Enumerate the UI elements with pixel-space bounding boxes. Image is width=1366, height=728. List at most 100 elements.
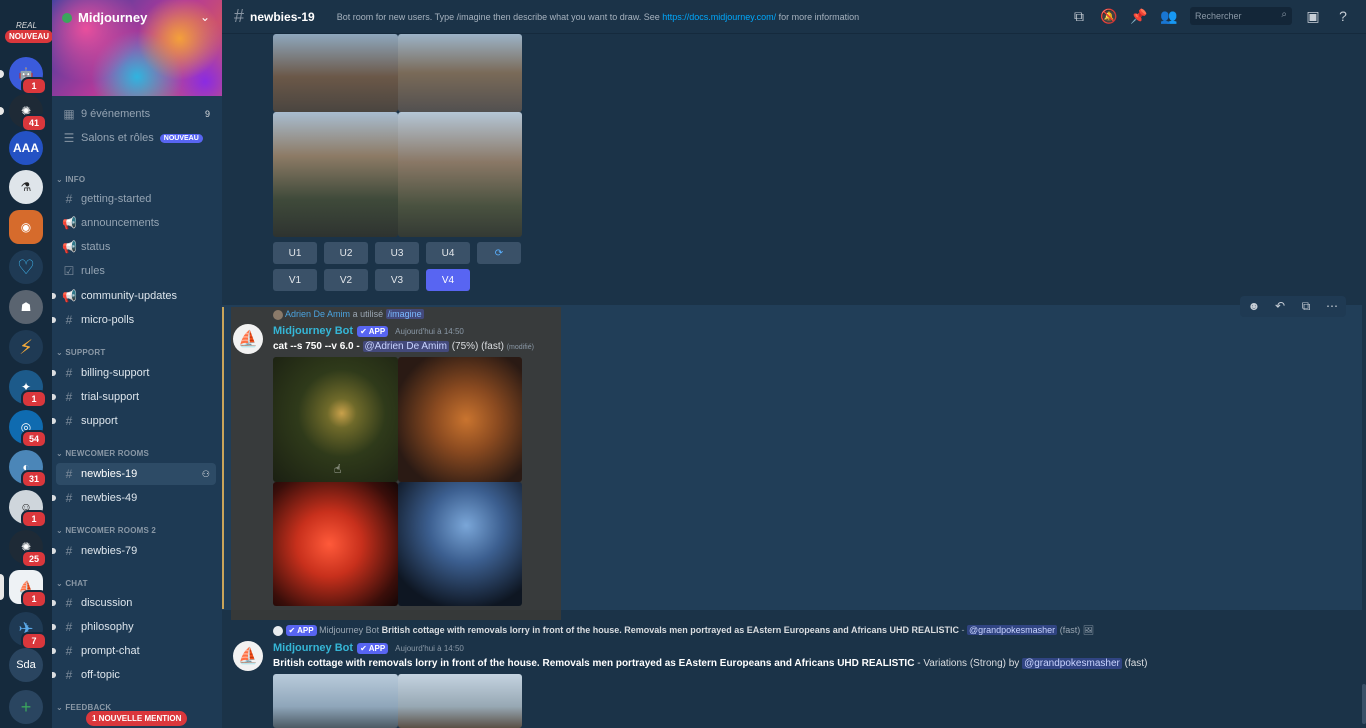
server-icon-13[interactable]: ✺ 25 (9, 530, 47, 568)
chevron-down-icon[interactable]: ⌄ (200, 10, 210, 24)
variation-button-3[interactable]: V3 (375, 269, 419, 291)
server-icon-10[interactable]: ◎ 54 (9, 410, 47, 448)
category-chat[interactable]: ⌄ CHAT (56, 579, 88, 588)
members-icon[interactable]: 👥 (1160, 7, 1178, 25)
docs-link[interactable]: https://docs.midjourney.com/ (662, 12, 776, 22)
reroll-button[interactable]: ⟳ (477, 242, 521, 264)
server-icon-sda[interactable]: Sda (9, 648, 43, 682)
channel-discussion[interactable]: # discussion (56, 592, 216, 614)
channel-micro-polls[interactable]: # micro-polls (56, 309, 216, 331)
salons-roles-row[interactable]: ☰ Salons et rôles NOUVEAU (56, 127, 216, 149)
server-icon-11[interactable]: ◐ 31 (9, 450, 47, 488)
hash-icon: # (65, 414, 73, 428)
cat-image-2[interactable] (398, 357, 522, 482)
unread-badge: 1 (21, 390, 47, 408)
variation-button-1[interactable]: V1 (273, 269, 317, 291)
search-icon: ⌕ (1281, 9, 1287, 20)
more-icon[interactable]: ⋯ (1324, 299, 1340, 314)
server-icon-2[interactable]: ✺ 41 (0, 94, 47, 132)
server-icon-midjourney[interactable]: ⛵ 1 (0, 570, 47, 608)
server-icon-4[interactable]: ⚗ (9, 170, 43, 204)
channel-community-updates[interactable]: 📢 community-updates (56, 285, 216, 307)
reply-icon[interactable]: ↶ (1272, 299, 1288, 314)
reply-reference[interactable]: Adrien De Amim a utilisé /imagine (273, 309, 424, 320)
add-reaction-icon[interactable]: ☻ (1246, 299, 1262, 314)
megaphone-icon: 📢 (62, 289, 77, 303)
cottage-variation-image-2[interactable] (398, 674, 522, 728)
server-icon-8[interactable]: ⚡ (9, 330, 43, 364)
message-author[interactable]: Midjourney Bot ✔ APP Aujourd'hui à 14:50 (273, 325, 464, 337)
sailboat-icon: ⛵ (238, 648, 258, 665)
bot-avatar[interactable]: ⛵ (233, 324, 263, 354)
threads-icon[interactable]: ⧉ (1070, 7, 1088, 25)
new-mention-pill[interactable]: 1 NOUVELLE MENTION (86, 711, 188, 726)
verified-icon (62, 12, 72, 23)
category-support[interactable]: ⌄ SUPPORT (56, 348, 105, 357)
variation-button-2[interactable]: V2 (324, 269, 368, 291)
add-server-button[interactable]: + (9, 690, 43, 724)
cottage-image-3[interactable] (273, 112, 398, 237)
server-name-button[interactable]: Midjourney (62, 10, 147, 25)
unread-badge: 1 (21, 77, 47, 95)
salons-label: Salons et rôles (81, 132, 154, 144)
channel-trial-support[interactable]: # trial-support (56, 386, 216, 408)
cat-image-3[interactable] (273, 482, 398, 606)
channel-newbies-79[interactable]: # newbies-79 (56, 540, 216, 562)
sda-label: Sda (9, 648, 43, 682)
upscale-button-2[interactable]: U2 (324, 242, 368, 264)
channel-billing-support[interactable]: # billing-support (56, 362, 216, 384)
server-icon-1[interactable]: 🤖 1 (0, 57, 47, 95)
channel-prompt-chat[interactable]: # prompt-chat (56, 640, 216, 662)
real-server-label: REAL (16, 21, 37, 30)
upscale-button-4[interactable]: U4 (426, 242, 470, 264)
server-icon-aaa[interactable]: AAA (9, 131, 43, 165)
bot-avatar-2[interactable]: ⛵ (233, 641, 263, 671)
app-tag: ✔ APP (357, 325, 389, 337)
category-newcomer-rooms[interactable]: ⌄ NEWCOMER ROOMS (56, 449, 149, 458)
channel-newbies-49[interactable]: # newbies-49 (56, 487, 216, 509)
scrollbar-thumb[interactable] (1362, 684, 1366, 724)
events-row[interactable]: ▦ 9 événements 9 (56, 103, 216, 125)
message-content-2: British cottage with removals lorry in f… (273, 658, 1148, 669)
inbox-icon[interactable]: ▣ (1304, 7, 1322, 25)
cottage-variation-image-1[interactable] (273, 674, 398, 728)
upscale-button-1[interactable]: U1 (273, 242, 317, 264)
cat-image-4[interactable] (398, 482, 522, 606)
add-member-icon[interactable]: ⚇ (202, 469, 210, 480)
channel-getting-started[interactable]: # getting-started (56, 188, 216, 210)
server-icon-5[interactable]: ◉ (9, 210, 43, 244)
server-icon-12[interactable]: ☺ 1 (9, 490, 47, 528)
channel-newbies-19[interactable]: # newbies-19 ⚇ (56, 463, 216, 485)
user-mention[interactable]: @grandpokesmasher (1022, 658, 1122, 669)
channel-philosophy[interactable]: # philosophy (56, 616, 216, 638)
mute-bell-icon[interactable]: 🔕 (1100, 7, 1118, 25)
upscale-button-3[interactable]: U3 (375, 242, 419, 264)
channel-rules[interactable]: ☑ rules (56, 260, 216, 282)
channel-topic[interactable]: Bot room for new users. Type /imagine th… (337, 12, 859, 22)
channel-announcements[interactable]: 📢 announcements (56, 212, 216, 234)
user-mention[interactable]: @Adrien De Amim (362, 341, 449, 352)
help-icon[interactable]: ? (1334, 7, 1352, 25)
server-icon-15[interactable]: ✈ 7 (9, 612, 47, 650)
unread-badge: 25 (21, 550, 47, 568)
cottage-image-1[interactable] (273, 34, 398, 112)
search-input[interactable]: Rechercher ⌕ (1190, 7, 1292, 25)
server-icon-6[interactable]: ♡ (9, 250, 43, 284)
app-tag: ✔ APP (357, 642, 389, 654)
channel-off-topic[interactable]: # off-topic (56, 664, 216, 686)
variation-button-4[interactable]: V4 (426, 269, 470, 291)
server-icon-7[interactable]: ☗ (9, 290, 43, 324)
category-newcomer-rooms-2[interactable]: ⌄ NEWCOMER ROOMS 2 (56, 526, 156, 535)
channel-support[interactable]: # support (56, 410, 216, 432)
category-info[interactable]: ⌄ INFO (56, 175, 85, 184)
checkbox-icon: ☑ (63, 264, 75, 278)
message-author-2[interactable]: Midjourney Bot ✔ APP Aujourd'hui à 14:50 (273, 642, 464, 654)
cottage-image-4[interactable] (398, 112, 522, 237)
thread-icon[interactable]: ⧉ (1298, 299, 1314, 314)
server-icon-9[interactable]: ✦ 1 (9, 370, 47, 408)
pin-icon[interactable]: 📌 (1130, 7, 1148, 25)
reply-reference-2[interactable]: ✔ APP Midjourney Bot British cottage wit… (273, 625, 1094, 636)
cottage-image-2[interactable] (398, 34, 522, 112)
channel-title: newbies-19 (250, 9, 315, 24)
channel-status[interactable]: 📢 status (56, 236, 216, 258)
